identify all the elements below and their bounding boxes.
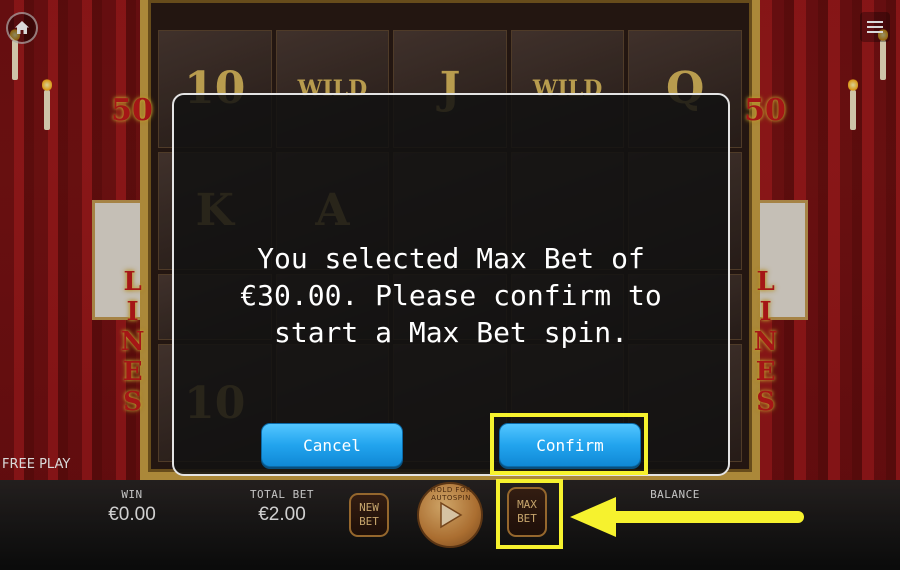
confirm-highlight-box xyxy=(490,413,648,475)
cancel-label: Cancel xyxy=(303,435,361,455)
max-bet-highlight-box xyxy=(496,479,563,549)
cancel-button[interactable]: Cancel xyxy=(261,423,403,467)
dialog-message: You selected Max Bet of €30.00. Please c… xyxy=(240,242,662,349)
arrow-left-icon xyxy=(570,497,804,537)
